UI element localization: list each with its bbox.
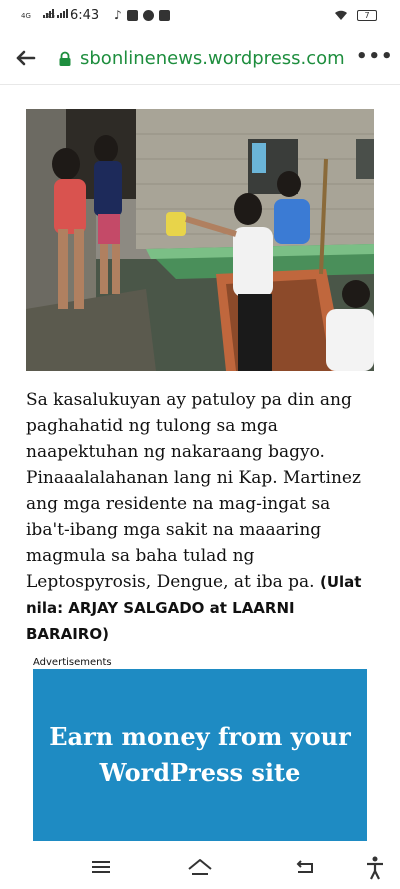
status-bar: 4G 3G 6:43 ♪ 7 bbox=[0, 0, 400, 32]
more-options-icon[interactable]: ••• bbox=[356, 46, 394, 67]
back-nav-icon[interactable] bbox=[290, 852, 320, 882]
lock-icon[interactable] bbox=[58, 51, 72, 67]
ad-banner[interactable]: Earn money from your WordPress site bbox=[33, 669, 367, 841]
recents-menu-icon[interactable] bbox=[86, 852, 116, 882]
notification-icons: ♪ bbox=[114, 8, 170, 22]
tiktok-icon: ♪ bbox=[114, 8, 122, 22]
back-arrow-icon[interactable] bbox=[12, 44, 40, 72]
signal-4g-icon: 4G bbox=[21, 9, 55, 20]
messenger-icon bbox=[142, 9, 154, 21]
ad-banner-text[interactable]: Earn money from your WordPress site bbox=[33, 719, 367, 791]
facebook-icon bbox=[126, 9, 138, 21]
battery-icon: 7 bbox=[357, 10, 377, 21]
accessibility-icon[interactable] bbox=[360, 852, 390, 882]
signal2-label: 3G bbox=[45, 12, 55, 20]
app-icon bbox=[158, 9, 170, 21]
home-icon[interactable] bbox=[185, 852, 215, 882]
signal1-label: 4G bbox=[21, 12, 31, 20]
system-nav-bar bbox=[0, 846, 400, 889]
article-text: Sa kasalukuyan ay patuloy pa din ang pag… bbox=[26, 390, 361, 592]
wifi-icon bbox=[334, 10, 348, 24]
article-photo bbox=[26, 109, 374, 371]
advertisements-label: Advertisements bbox=[33, 657, 112, 668]
signal-3g-icon: 3G bbox=[45, 9, 69, 20]
article-body: Sa kasalukuyan ay patuloy pa din ang pag… bbox=[26, 387, 376, 647]
browser-url-bar: sbonlinenews.wordpress.com ••• bbox=[0, 32, 400, 85]
url-text[interactable]: sbonlinenews.wordpress.com bbox=[80, 48, 345, 69]
clock: 6:43 bbox=[70, 8, 100, 23]
